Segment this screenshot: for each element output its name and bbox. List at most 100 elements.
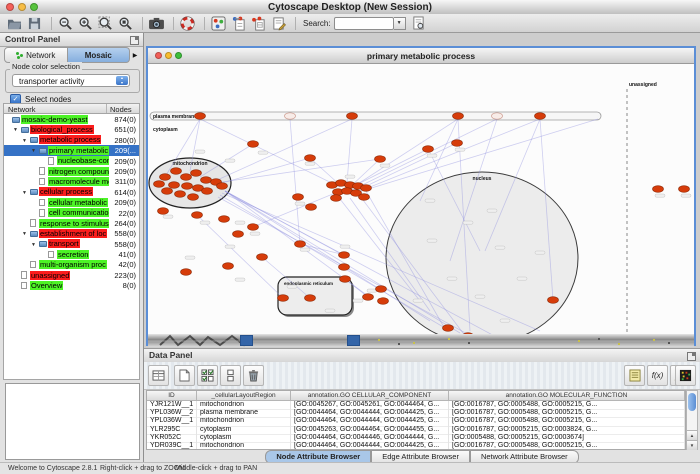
table-cell[interactable]: [GO:0016787, GO:0005488, GO:0005215, G..… [449, 442, 685, 450]
network-node[interactable] [452, 140, 463, 147]
tree-item[interactable]: cell communication22(0) [4, 208, 139, 218]
network-label[interactable]: nucleobase-contain [57, 156, 109, 165]
network-label[interactable]: cellular process [39, 187, 93, 196]
table-cell[interactable]: YDR039C__1 [147, 442, 197, 450]
table-column-header[interactable]: annotation.GO MOLECULAR_FUNCTION [449, 391, 685, 401]
tree-item[interactable]: cellular metabolic209(0) [4, 197, 139, 207]
scrollbar-thumb[interactable] [688, 393, 696, 411]
network-node[interactable] [192, 212, 203, 219]
tree-item[interactable]: multi-organism proc42(0) [4, 259, 139, 269]
network-node[interactable] [257, 254, 268, 261]
network-node[interactable] [217, 183, 228, 190]
open-session-icon[interactable] [6, 15, 23, 31]
search-options-icon[interactable] [410, 15, 427, 31]
network-node[interactable] [233, 231, 244, 238]
network-node[interactable] [378, 298, 389, 305]
network-node[interactable] [653, 186, 664, 193]
network-node[interactable] [202, 188, 213, 195]
network-node[interactable] [548, 297, 559, 304]
network-node[interactable] [376, 286, 387, 293]
table-column-header[interactable]: ID [147, 391, 197, 401]
network-node[interactable] [181, 174, 192, 181]
notes-icon[interactable] [624, 365, 645, 386]
network-node[interactable] [331, 195, 342, 202]
tree-item[interactable]: unassigned223(0) [4, 270, 139, 280]
table-cell[interactable]: [GO:0016787, GO:0005488, GO:0005215, G..… [449, 409, 685, 417]
save-session-icon[interactable] [26, 15, 43, 31]
network-node[interactable] [453, 113, 464, 120]
snapshot-camera-icon[interactable] [148, 15, 165, 31]
network-label[interactable]: mosaic-demo-yeast [21, 115, 88, 124]
network-label[interactable]: macromolecule met [48, 177, 109, 186]
tree-item[interactable]: mosaic-demo-yeast874(0) [4, 114, 139, 124]
table-cell[interactable]: mitochondrion [197, 401, 291, 409]
tree-item[interactable]: ▼establishment of loc558(0) [4, 228, 139, 238]
network-label[interactable]: establishment of loc [39, 229, 107, 238]
zoom-out-icon[interactable] [57, 15, 74, 31]
tab-overflow-arrow[interactable]: ▶ [130, 52, 140, 59]
network-node[interactable] [339, 264, 350, 271]
network-node[interactable] [363, 294, 374, 301]
network-node[interactable] [339, 252, 350, 259]
network-tree[interactable]: mosaic-demo-yeast874(0)▼biological_proce… [3, 114, 140, 380]
network-view-titlebar[interactable]: primary metabolic process [148, 48, 694, 64]
table-cell[interactable]: [GO:0005488, GO:0005215, GO:0003674] [449, 434, 685, 442]
zoom-selected-icon[interactable] [117, 15, 134, 31]
network-node[interactable] [535, 113, 546, 120]
tree-item[interactable]: nucleobase-contain209(0) [4, 156, 139, 166]
network-node[interactable] [248, 224, 259, 231]
network-node[interactable] [347, 113, 358, 120]
network-graph[interactable]: plasma membranecytoplasmnucleusmitochond… [148, 64, 694, 334]
network-node[interactable] [175, 191, 186, 198]
network-node[interactable] [219, 216, 230, 223]
network-label[interactable]: response to stimulus [39, 219, 109, 228]
table-cell[interactable]: [GO:0044464, GO:0044444, GO:0044425, G..… [291, 417, 449, 425]
table-cell[interactable]: [GO:0045267, GO:0045261, GO:0044464, G..… [291, 401, 449, 409]
help-lifesaver-icon[interactable] [179, 15, 196, 31]
table-scrollbar[interactable]: ▲ ▼ [686, 390, 698, 450]
table-cell[interactable]: mitochondrion [197, 417, 291, 425]
table-cell[interactable]: YKR052C [147, 434, 197, 442]
network-node[interactable] [305, 155, 316, 162]
tree-item[interactable]: ▼primary metabolic proc209(... [4, 145, 139, 155]
network-node[interactable] [169, 182, 180, 189]
network-label[interactable]: nitrogen compound [48, 167, 109, 176]
table-column-header[interactable]: _cellularLayoutRegion [197, 391, 291, 401]
network-node[interactable] [293, 194, 304, 201]
network-node[interactable] [160, 174, 171, 181]
network-node[interactable] [201, 177, 212, 184]
tree-item[interactable]: Overview8(0) [4, 280, 139, 290]
network-node[interactable] [305, 295, 316, 302]
nodes-column-header[interactable]: Nodes [110, 105, 132, 114]
attribute-table[interactable]: ID_cellularLayoutRegionannotation.GO CEL… [146, 390, 686, 450]
network-label[interactable]: unassigned [30, 271, 70, 280]
network-node[interactable] [278, 295, 289, 302]
network-node[interactable] [154, 181, 165, 188]
network-label[interactable]: cell communication [48, 208, 109, 217]
tree-item[interactable]: macromolecule met311(0) [4, 176, 139, 186]
tab-mosaic[interactable]: Mosaic [68, 47, 131, 63]
unselect-attributes-icon[interactable] [220, 365, 241, 386]
table-cell[interactable]: [GO:0044464, GO:0044444, GO:0044425, G..… [291, 442, 449, 450]
tree-item[interactable]: ▼biological_process651(0) [4, 124, 139, 134]
network-node[interactable] [340, 276, 351, 283]
network-label[interactable]: Overview [30, 281, 63, 290]
network-node[interactable] [158, 208, 169, 215]
vizmapper-icon[interactable] [210, 15, 227, 31]
column-layout-icon[interactable] [148, 365, 169, 386]
network-node[interactable] [361, 185, 372, 192]
table-cell[interactable]: [GO:0016787, GO:0005488, GO:0005215, G..… [449, 417, 685, 425]
network-node[interactable] [181, 269, 192, 276]
network-node[interactable] [679, 186, 690, 193]
network-node[interactable] [306, 204, 317, 211]
table-cell[interactable]: plasma membrane [197, 409, 291, 417]
delete-attribute-icon[interactable] [243, 365, 264, 386]
zoom-in-icon[interactable] [77, 15, 94, 31]
table-cell[interactable]: YLR295C [147, 426, 197, 434]
scroll-up-button[interactable]: ▲ [687, 430, 697, 440]
annotation-icon[interactable] [270, 15, 287, 31]
tree-item[interactable]: ▼metabolic process280(0) [4, 135, 139, 145]
network-node[interactable] [195, 113, 206, 120]
network-label[interactable]: biological_process [30, 125, 94, 134]
select-attributes-icon[interactable] [197, 365, 218, 386]
